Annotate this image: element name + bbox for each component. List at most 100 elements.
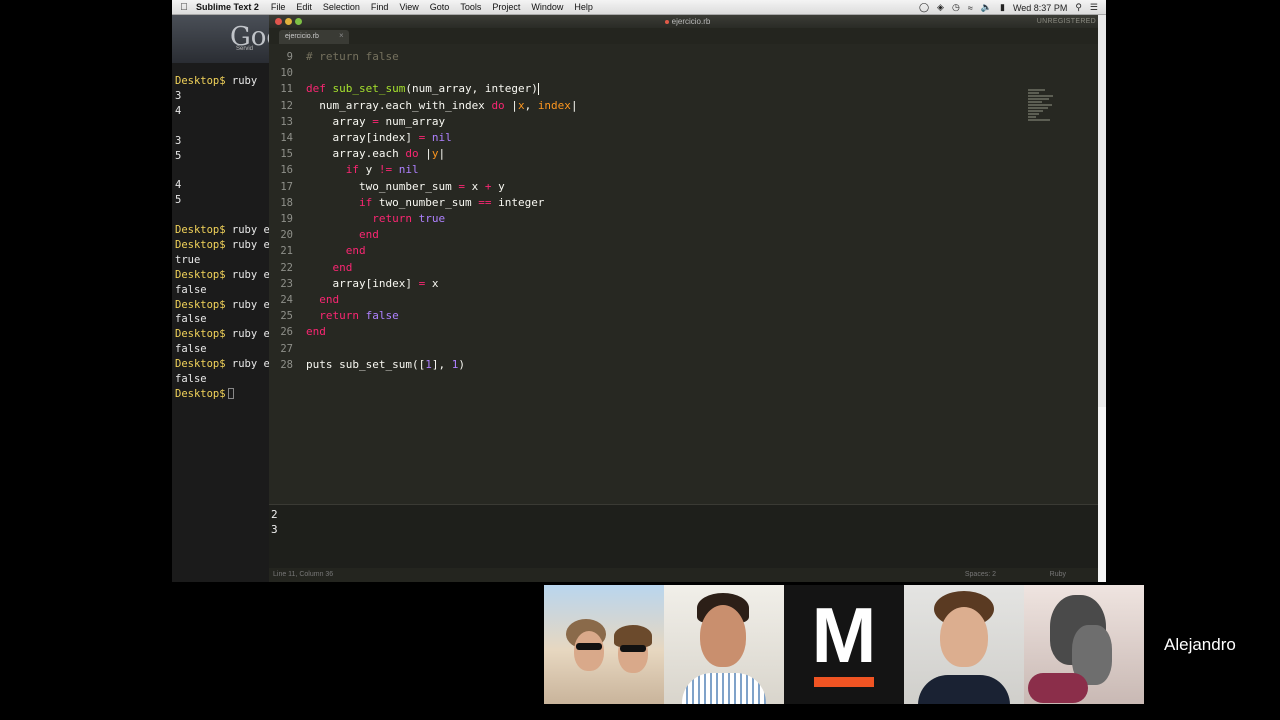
code-token: nil <box>398 163 419 177</box>
line-number: 17 <box>280 180 293 193</box>
app-name-menu[interactable]: Sublime Text 2 <box>196 2 259 12</box>
line-number: 22 <box>280 261 293 274</box>
terminal-text: false <box>175 343 207 356</box>
volume-icon[interactable]: 🔈 <box>981 2 992 13</box>
participant-logo-m[interactable]: M <box>784 585 904 704</box>
code-token: ], <box>431 357 452 371</box>
menu-goto[interactable]: Goto <box>430 2 450 12</box>
terminal-line: Desktop$ <box>175 387 234 402</box>
video-frame:  Sublime Text 2 File Edit Selection Fin… <box>0 0 1280 720</box>
menu-file[interactable]: File <box>271 2 286 12</box>
face-left <box>574 631 604 671</box>
notification-center-icon[interactable]: ☰ <box>1090 2 1098 13</box>
code-text: if y != nil <box>306 162 419 178</box>
terminal-line: 5 <box>175 149 181 164</box>
terminal-line: true <box>175 253 200 268</box>
striped-shirt <box>682 673 766 704</box>
menu-find[interactable]: Find <box>371 2 389 12</box>
menu-view[interactable]: View <box>399 2 418 12</box>
sublime-text-window: ejercicio.rb UNREGISTERED ejercicio.rb ×… <box>269 15 1106 582</box>
terminal-text: false <box>175 373 207 385</box>
code-text: return false <box>306 308 399 324</box>
code-text: end <box>306 292 339 308</box>
menu-window[interactable]: Window <box>531 2 563 12</box>
code-editor[interactable]: 9 # return false 10 11 def sub_set_sum(num_a… <box>269 44 1106 504</box>
terminal-line: Desktop$ ruby e <box>175 357 270 372</box>
minimap[interactable] <box>1028 89 1056 129</box>
window-title-bar: ejercicio.rb UNREGISTERED <box>269 15 1106 28</box>
text-caret <box>537 83 539 96</box>
line-number: 13 <box>280 115 293 128</box>
battery-icon[interactable]: ▮ <box>1000 2 1005 13</box>
clock-label[interactable]: Wed 8:37 PM <box>1013 3 1067 13</box>
code-token: = <box>372 114 379 128</box>
code-text: # return false <box>306 49 399 65</box>
line-number: 10 <box>280 67 293 80</box>
apple-menu-icon[interactable]:  <box>172 2 196 13</box>
terminal-prompt: Desktop$ <box>175 328 226 341</box>
minimize-window-button[interactable] <box>285 18 292 25</box>
code-token: array[index] <box>306 131 419 144</box>
line-number: 28 <box>280 358 293 371</box>
close-tab-icon[interactable]: × <box>339 31 344 40</box>
terminal-prompt: Desktop$ <box>175 268 226 281</box>
zoom-window-button[interactable] <box>295 18 302 25</box>
line-number: 16 <box>280 164 293 177</box>
code-token: == <box>478 195 492 209</box>
line-number: 11 <box>280 83 293 96</box>
menu-edit[interactable]: Edit <box>296 2 312 12</box>
time-machine-icon[interactable]: ◷ <box>952 2 960 13</box>
code-token: end <box>345 244 366 258</box>
wifi-icon[interactable]: ≈ <box>968 3 973 13</box>
participant-couple[interactable] <box>544 585 664 704</box>
code-token: if <box>358 195 373 209</box>
terminal-line: false <box>175 283 207 298</box>
code-token: def <box>306 82 333 96</box>
line-number: 27 <box>280 342 293 355</box>
code-token: num_array.each_with_index <box>306 98 492 112</box>
code-text: end <box>306 243 366 259</box>
line-number: 25 <box>280 310 293 323</box>
code-token: true <box>418 212 446 225</box>
code-token: sub_set_sum <box>332 82 406 96</box>
code-token: array[index] <box>306 276 419 290</box>
code-text: end <box>306 324 326 340</box>
terminal-prompt: Desktop$ <box>175 387 226 400</box>
code-token: (num_array, integer) <box>405 82 538 96</box>
indentation-setting[interactable]: Spaces: 2 <box>965 568 996 582</box>
terminal-line: 3 <box>175 89 181 104</box>
dropbox-icon[interactable]: ◈ <box>937 2 944 13</box>
code-token: x <box>517 98 525 112</box>
build-output-panel[interactable]: 23 <box>269 504 1106 568</box>
terminal-prompt: Desktop$ <box>175 224 226 236</box>
spotlight-icon[interactable]: ⚲ <box>1075 2 1082 13</box>
close-window-button[interactable] <box>275 18 282 25</box>
cursor-position: Line 11, Column 36 <box>273 571 334 578</box>
terminal-line: Desktop$ ruby <box>175 74 257 89</box>
code-token: do <box>405 147 419 161</box>
participant-young-man[interactable] <box>664 585 784 704</box>
syntax-setting[interactable]: Ruby <box>1050 568 1066 582</box>
menu-tools[interactable]: Tools <box>460 2 481 12</box>
terminal-window[interactable]: Desktop$ ruby 3 4 3 5 4 5 Desktop$ ruby e Deskto… <box>172 15 272 582</box>
menu-selection[interactable]: Selection <box>323 2 360 12</box>
sync-icon[interactable]: ◯ <box>919 2 929 13</box>
menu-project[interactable]: Project <box>492 2 520 12</box>
ruby-file-icon <box>664 19 669 24</box>
code-token: ) <box>458 357 465 371</box>
line-number: 21 <box>280 245 293 258</box>
participant-dog[interactable] <box>1024 585 1144 704</box>
m-logo-bar <box>814 677 874 687</box>
background-window-edge-lower <box>1098 407 1106 582</box>
code-token: array.each <box>306 147 406 161</box>
line-number: 18 <box>280 196 293 209</box>
menu-help[interactable]: Help <box>574 2 593 12</box>
line-number: 24 <box>280 294 293 306</box>
terminal-line: false <box>175 342 207 357</box>
participant-smiling-man[interactable] <box>904 585 1024 704</box>
